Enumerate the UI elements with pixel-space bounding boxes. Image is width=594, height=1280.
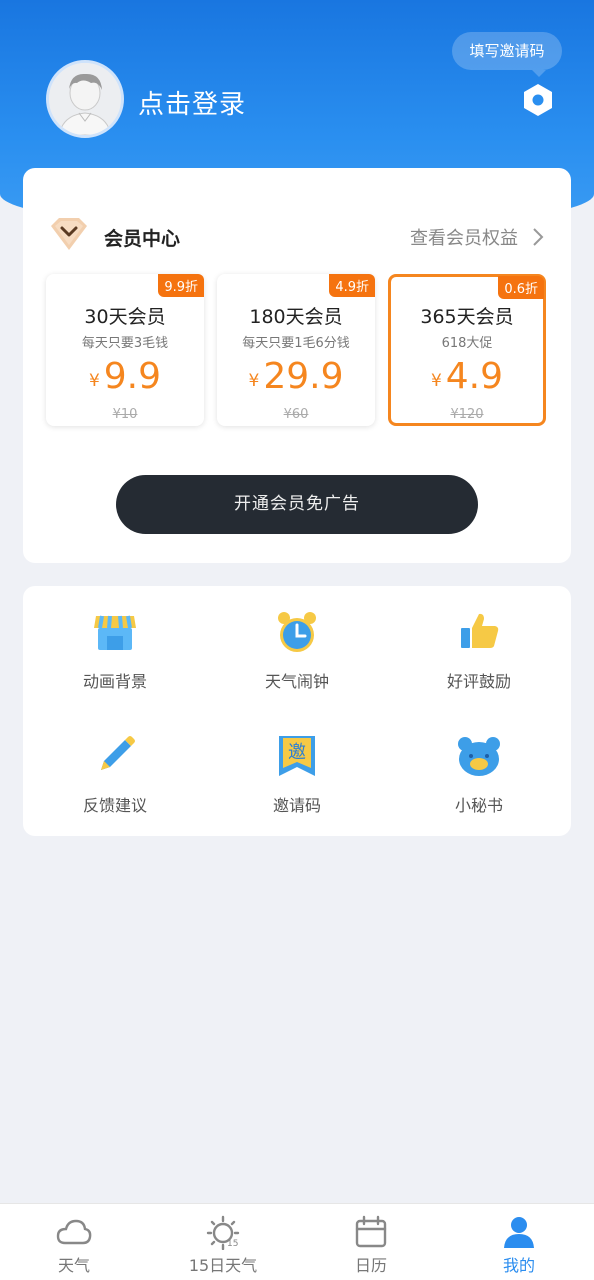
tab-label: 15日天气	[188, 1256, 258, 1275]
currency-symbol: ¥	[88, 371, 100, 391]
tool-animated-background[interactable]: 动画背景	[45, 610, 185, 692]
plan-365-days[interactable]: 0.6折 365天会员 618大促 ¥4.9 ¥120	[388, 274, 546, 426]
discount-badge: 4.9折	[329, 274, 375, 297]
chevron-right-icon	[533, 228, 544, 246]
invite-code-bubble[interactable]: 填写邀请码	[452, 32, 562, 77]
member-center-card: 会员中心 查看会员权益 9.9折 30天会员 每天只要3毛钱 ¥9.9 ¥10 …	[23, 168, 571, 563]
open-membership-button[interactable]: 开通会员免广告	[116, 475, 478, 534]
original-price: ¥120	[450, 407, 484, 422]
view-benefits-link[interactable]: 查看会员权益	[410, 224, 544, 250]
original-price: ¥60	[283, 407, 309, 422]
view-benefits-label: 查看会员权益	[410, 228, 518, 249]
cloud-icon	[56, 1219, 92, 1245]
sun-glyph: 15	[227, 1239, 238, 1249]
tab-mine[interactable]: 我的	[459, 1214, 579, 1276]
default-avatar-icon	[49, 63, 121, 135]
settings-hexagon-icon[interactable]	[521, 82, 555, 118]
store-icon	[94, 615, 136, 650]
tool-label: 动画背景	[82, 672, 147, 691]
tools-grid: 动画背景 天气闹钟 好评鼓励 反馈建议 邀 邀请码 小秘书	[23, 586, 571, 836]
plan-price: ¥9.9	[46, 357, 204, 401]
bottom-tab-bar: 天气 15 15日天气 日历 我的	[0, 1203, 594, 1280]
tab-calendar[interactable]: 日历	[311, 1214, 431, 1276]
currency-symbol: ¥	[430, 371, 442, 391]
calendar-icon	[355, 1215, 387, 1248]
tab-weather[interactable]: 天气	[14, 1214, 134, 1276]
sun-15-icon: 15	[206, 1215, 240, 1250]
thumbs-up-icon	[461, 613, 499, 648]
plan-description: 每天只要3毛钱	[81, 336, 169, 351]
currency-symbol: ¥	[248, 371, 260, 391]
pencil-icon	[101, 736, 135, 770]
tab-15-day-weather[interactable]: 15 15日天气	[163, 1214, 283, 1276]
tool-secretary[interactable]: 小秘书	[409, 734, 549, 816]
tool-label: 邀请码	[272, 796, 321, 815]
plan-price: ¥29.9	[217, 357, 375, 401]
price-value: 4.9	[445, 356, 504, 397]
plan-description: 每天只要1毛6分钱	[242, 336, 350, 351]
plan-180-days[interactable]: 4.9折 180天会员 每天只要1毛6分钱 ¥29.9 ¥60	[217, 274, 375, 426]
tab-label: 日历	[354, 1256, 387, 1275]
tool-weather-alarm[interactable]: 天气闹钟	[227, 610, 367, 692]
member-center-title: 会员中心	[104, 228, 181, 250]
plan-price: ¥4.9	[391, 357, 543, 401]
tool-label: 天气闹钟	[264, 672, 329, 691]
tool-label: 好评鼓励	[446, 672, 511, 691]
bear-icon	[458, 737, 500, 776]
price-value: 29.9	[263, 356, 344, 397]
vip-diamond-icon	[51, 218, 87, 250]
invite-bookmark-icon: 邀	[279, 736, 315, 776]
tool-invite-code[interactable]: 邀 邀请码	[227, 734, 367, 816]
tab-label: 我的	[502, 1256, 535, 1275]
login-link[interactable]: 点击登录	[138, 84, 246, 121]
plan-name: 365天会员	[420, 306, 514, 328]
plan-name: 180天会员	[249, 306, 343, 328]
tool-label: 反馈建议	[82, 796, 147, 815]
invite-glyph: 邀	[288, 742, 306, 763]
tool-feedback[interactable]: 反馈建议	[45, 734, 185, 816]
tab-label: 天气	[57, 1256, 90, 1275]
tool-label: 小秘书	[454, 796, 503, 815]
discount-badge: 9.9折	[158, 274, 204, 297]
plan-30-days[interactable]: 9.9折 30天会员 每天只要3毛钱 ¥9.9 ¥10	[46, 274, 204, 426]
plan-name: 30天会员	[84, 306, 166, 328]
person-icon	[504, 1217, 534, 1248]
avatar[interactable]	[46, 60, 124, 138]
discount-badge: 0.6折	[498, 276, 544, 299]
original-price: ¥10	[112, 407, 138, 422]
tool-rate-app[interactable]: 好评鼓励	[409, 610, 549, 692]
price-value: 9.9	[103, 356, 162, 397]
alarm-clock-icon	[278, 612, 316, 652]
plan-description: 618大促	[441, 336, 493, 351]
